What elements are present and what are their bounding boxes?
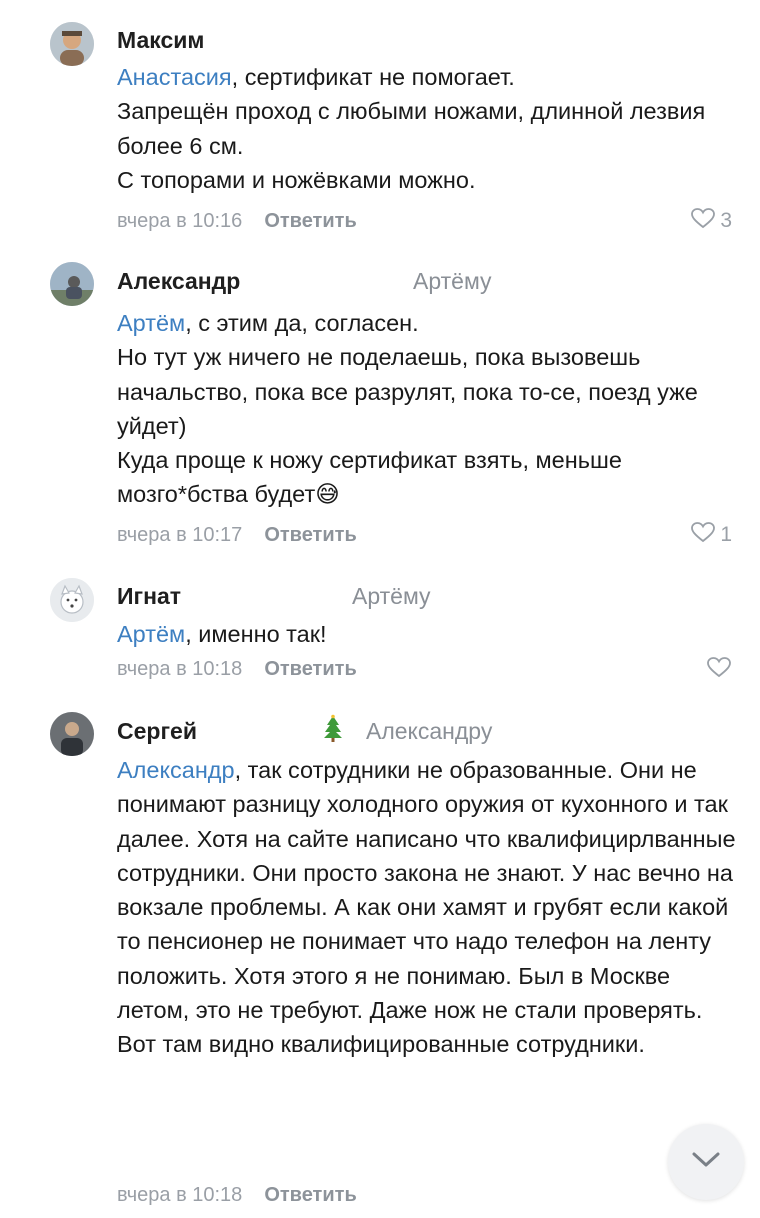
comment: Сергей Александру Александр, так сотрудн… bbox=[0, 0, 760, 1218]
comment-text: Александр, так сотрудники не образованны… bbox=[117, 753, 737, 1062]
mention-link[interactable]: Александр bbox=[117, 757, 235, 783]
reply-target[interactable]: Александру bbox=[366, 718, 492, 745]
chevron-down-icon bbox=[690, 1150, 722, 1175]
reply-button[interactable]: Ответить bbox=[264, 1184, 356, 1206]
timestamp: вчера в 10:18 bbox=[117, 1184, 243, 1206]
christmas-tree-icon bbox=[322, 714, 344, 742]
author-name[interactable]: Сергей bbox=[117, 718, 197, 745]
comment-meta: вчера в 10:18 Ответить bbox=[117, 1184, 357, 1207]
comment-body: , так сотрудники не образованные. Они не… bbox=[117, 757, 736, 1058]
scroll-down-button[interactable] bbox=[668, 1124, 744, 1200]
avatar[interactable] bbox=[50, 712, 94, 756]
